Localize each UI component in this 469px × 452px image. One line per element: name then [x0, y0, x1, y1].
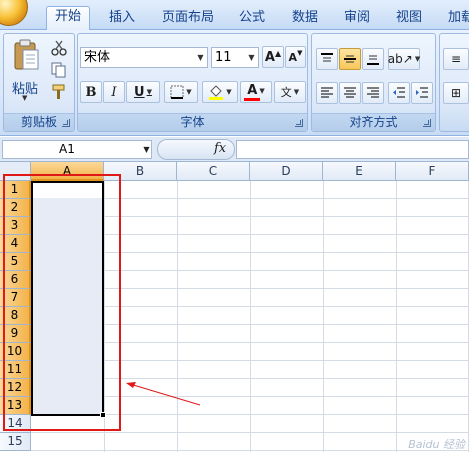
annotation-highlight-box: [3, 174, 121, 431]
name-box-dropdown-icon[interactable]: ▼: [141, 140, 152, 159]
shrink-font-button[interactable]: A ▼: [285, 46, 306, 68]
align-right-button[interactable]: [362, 82, 384, 104]
tab-page-layout[interactable]: 页面布局: [157, 8, 219, 30]
phonetic-button[interactable]: 文 ▼: [274, 81, 306, 103]
grid-line: [31, 432, 469, 433]
tab-insert[interactable]: 插入: [100, 8, 144, 30]
office-button[interactable]: [0, 0, 28, 26]
phonetic-icon: 文: [280, 86, 292, 99]
font-size-value: 11: [215, 50, 232, 65]
font-name-dropdown-icon[interactable]: ▼: [194, 48, 207, 67]
clipboard-group: 粘贴 ▼ 剪贴板: [3, 33, 75, 132]
number-group-partial: ≡ ⊞: [439, 33, 469, 132]
font-color-button[interactable]: A ▼: [240, 81, 272, 103]
grid-line: [177, 181, 178, 452]
bold-button[interactable]: B: [80, 81, 102, 103]
paste-button[interactable]: 粘贴 ▼: [8, 38, 44, 102]
tab-data[interactable]: 数据: [285, 8, 325, 30]
orientation-button[interactable]: ab↗ ▼: [388, 48, 420, 70]
align-middle-button[interactable]: [339, 48, 361, 70]
fill-color-button[interactable]: ▼: [202, 81, 238, 103]
column-header-f[interactable]: F: [396, 162, 469, 181]
align-middle-icon: [344, 55, 356, 63]
align-center-icon: [344, 87, 356, 98]
alignment-launcher-icon[interactable]: [423, 119, 431, 127]
grow-font-button[interactable]: A ▲: [262, 46, 284, 68]
font-launcher-icon[interactable]: [295, 119, 303, 127]
shrink-font-icon: A: [288, 50, 298, 64]
format-painter-icon[interactable]: [51, 84, 67, 100]
row-header-15[interactable]: 15: [0, 433, 31, 451]
orientation-icon: ab↗: [387, 52, 413, 66]
alignment-group: ab↗ ▼ 对齐方式: [311, 33, 436, 132]
align-right-icon: [367, 87, 379, 98]
grid-line: [396, 181, 397, 452]
align-bottom-icon: [367, 55, 379, 65]
paste-icon: [14, 39, 39, 70]
borders-button[interactable]: ▼: [164, 81, 198, 103]
tab-home[interactable]: 开始: [46, 6, 90, 31]
align-center-button[interactable]: [339, 82, 361, 104]
font-group-label: 字体: [78, 113, 307, 131]
font-name-value: 宋体: [84, 50, 111, 65]
font-name-combo[interactable]: 宋体 ▼: [80, 47, 208, 68]
grid-line: [323, 181, 324, 452]
merge-center-button[interactable]: ⊞: [443, 82, 469, 104]
name-box[interactable]: A1: [2, 140, 152, 159]
increase-indent-button[interactable]: [411, 82, 433, 104]
clipboard-launcher-icon[interactable]: [62, 119, 70, 127]
underline-icon: U: [134, 84, 145, 100]
borders-icon: [170, 85, 184, 99]
decrease-indent-button[interactable]: [388, 82, 410, 104]
wrap-text-button[interactable]: ≡: [443, 48, 469, 70]
align-top-button[interactable]: [316, 48, 338, 70]
copy-icon[interactable]: [51, 62, 67, 78]
grid-line: [250, 181, 251, 452]
increase-indent-icon: [416, 87, 428, 98]
tab-addins[interactable]: 加载: [446, 8, 469, 30]
column-header-e[interactable]: E: [323, 162, 396, 181]
formula-bar: A1 ▼ fx: [0, 137, 469, 162]
alignment-group-label: 对齐方式: [312, 113, 435, 131]
cut-icon[interactable]: [51, 40, 67, 56]
insert-function-icon[interactable]: fx: [214, 141, 226, 156]
font-size-dropdown-icon[interactable]: ▼: [245, 48, 258, 67]
font-group: 宋体 ▼ 11 ▼ A ▲ A ▼ B I U ▼ ▼ ▼ A ▼ 文 ▼ 字体: [77, 33, 308, 132]
italic-button[interactable]: I: [103, 81, 125, 103]
align-bottom-button[interactable]: [362, 48, 384, 70]
ribbon: 粘贴 ▼ 剪贴板 宋体 ▼ 11 ▼ A ▲ A ▼ B I U ▼ ▼ ▼ A…: [0, 30, 469, 136]
wrap-text-icon: ≡: [450, 52, 462, 66]
align-left-icon: [321, 87, 333, 98]
merge-center-icon: ⊞: [450, 86, 462, 100]
decrease-indent-icon: [393, 87, 405, 98]
watermark: Baidu 经验: [408, 438, 465, 451]
align-top-icon: [321, 53, 333, 62]
paste-dropdown-icon[interactable]: ▼: [22, 94, 27, 102]
column-header-d[interactable]: D: [250, 162, 323, 181]
tab-review[interactable]: 审阅: [337, 8, 377, 30]
grow-font-icon: A: [264, 49, 275, 65]
font-color-icon: A: [247, 82, 258, 98]
tab-view[interactable]: 视图: [389, 8, 429, 30]
ribbon-tab-bar: 开始 插入 页面布局 公式 数据 审阅 视图 加载: [0, 0, 469, 31]
align-left-button[interactable]: [316, 82, 338, 104]
underline-button[interactable]: U ▼: [126, 81, 160, 103]
font-size-combo[interactable]: 11 ▼: [211, 47, 259, 68]
fill-color-icon: [209, 85, 224, 100]
tab-formulas[interactable]: 公式: [232, 8, 272, 30]
grid-line: [31, 450, 469, 451]
formula-input[interactable]: [236, 140, 469, 159]
column-header-c[interactable]: C: [177, 162, 250, 181]
